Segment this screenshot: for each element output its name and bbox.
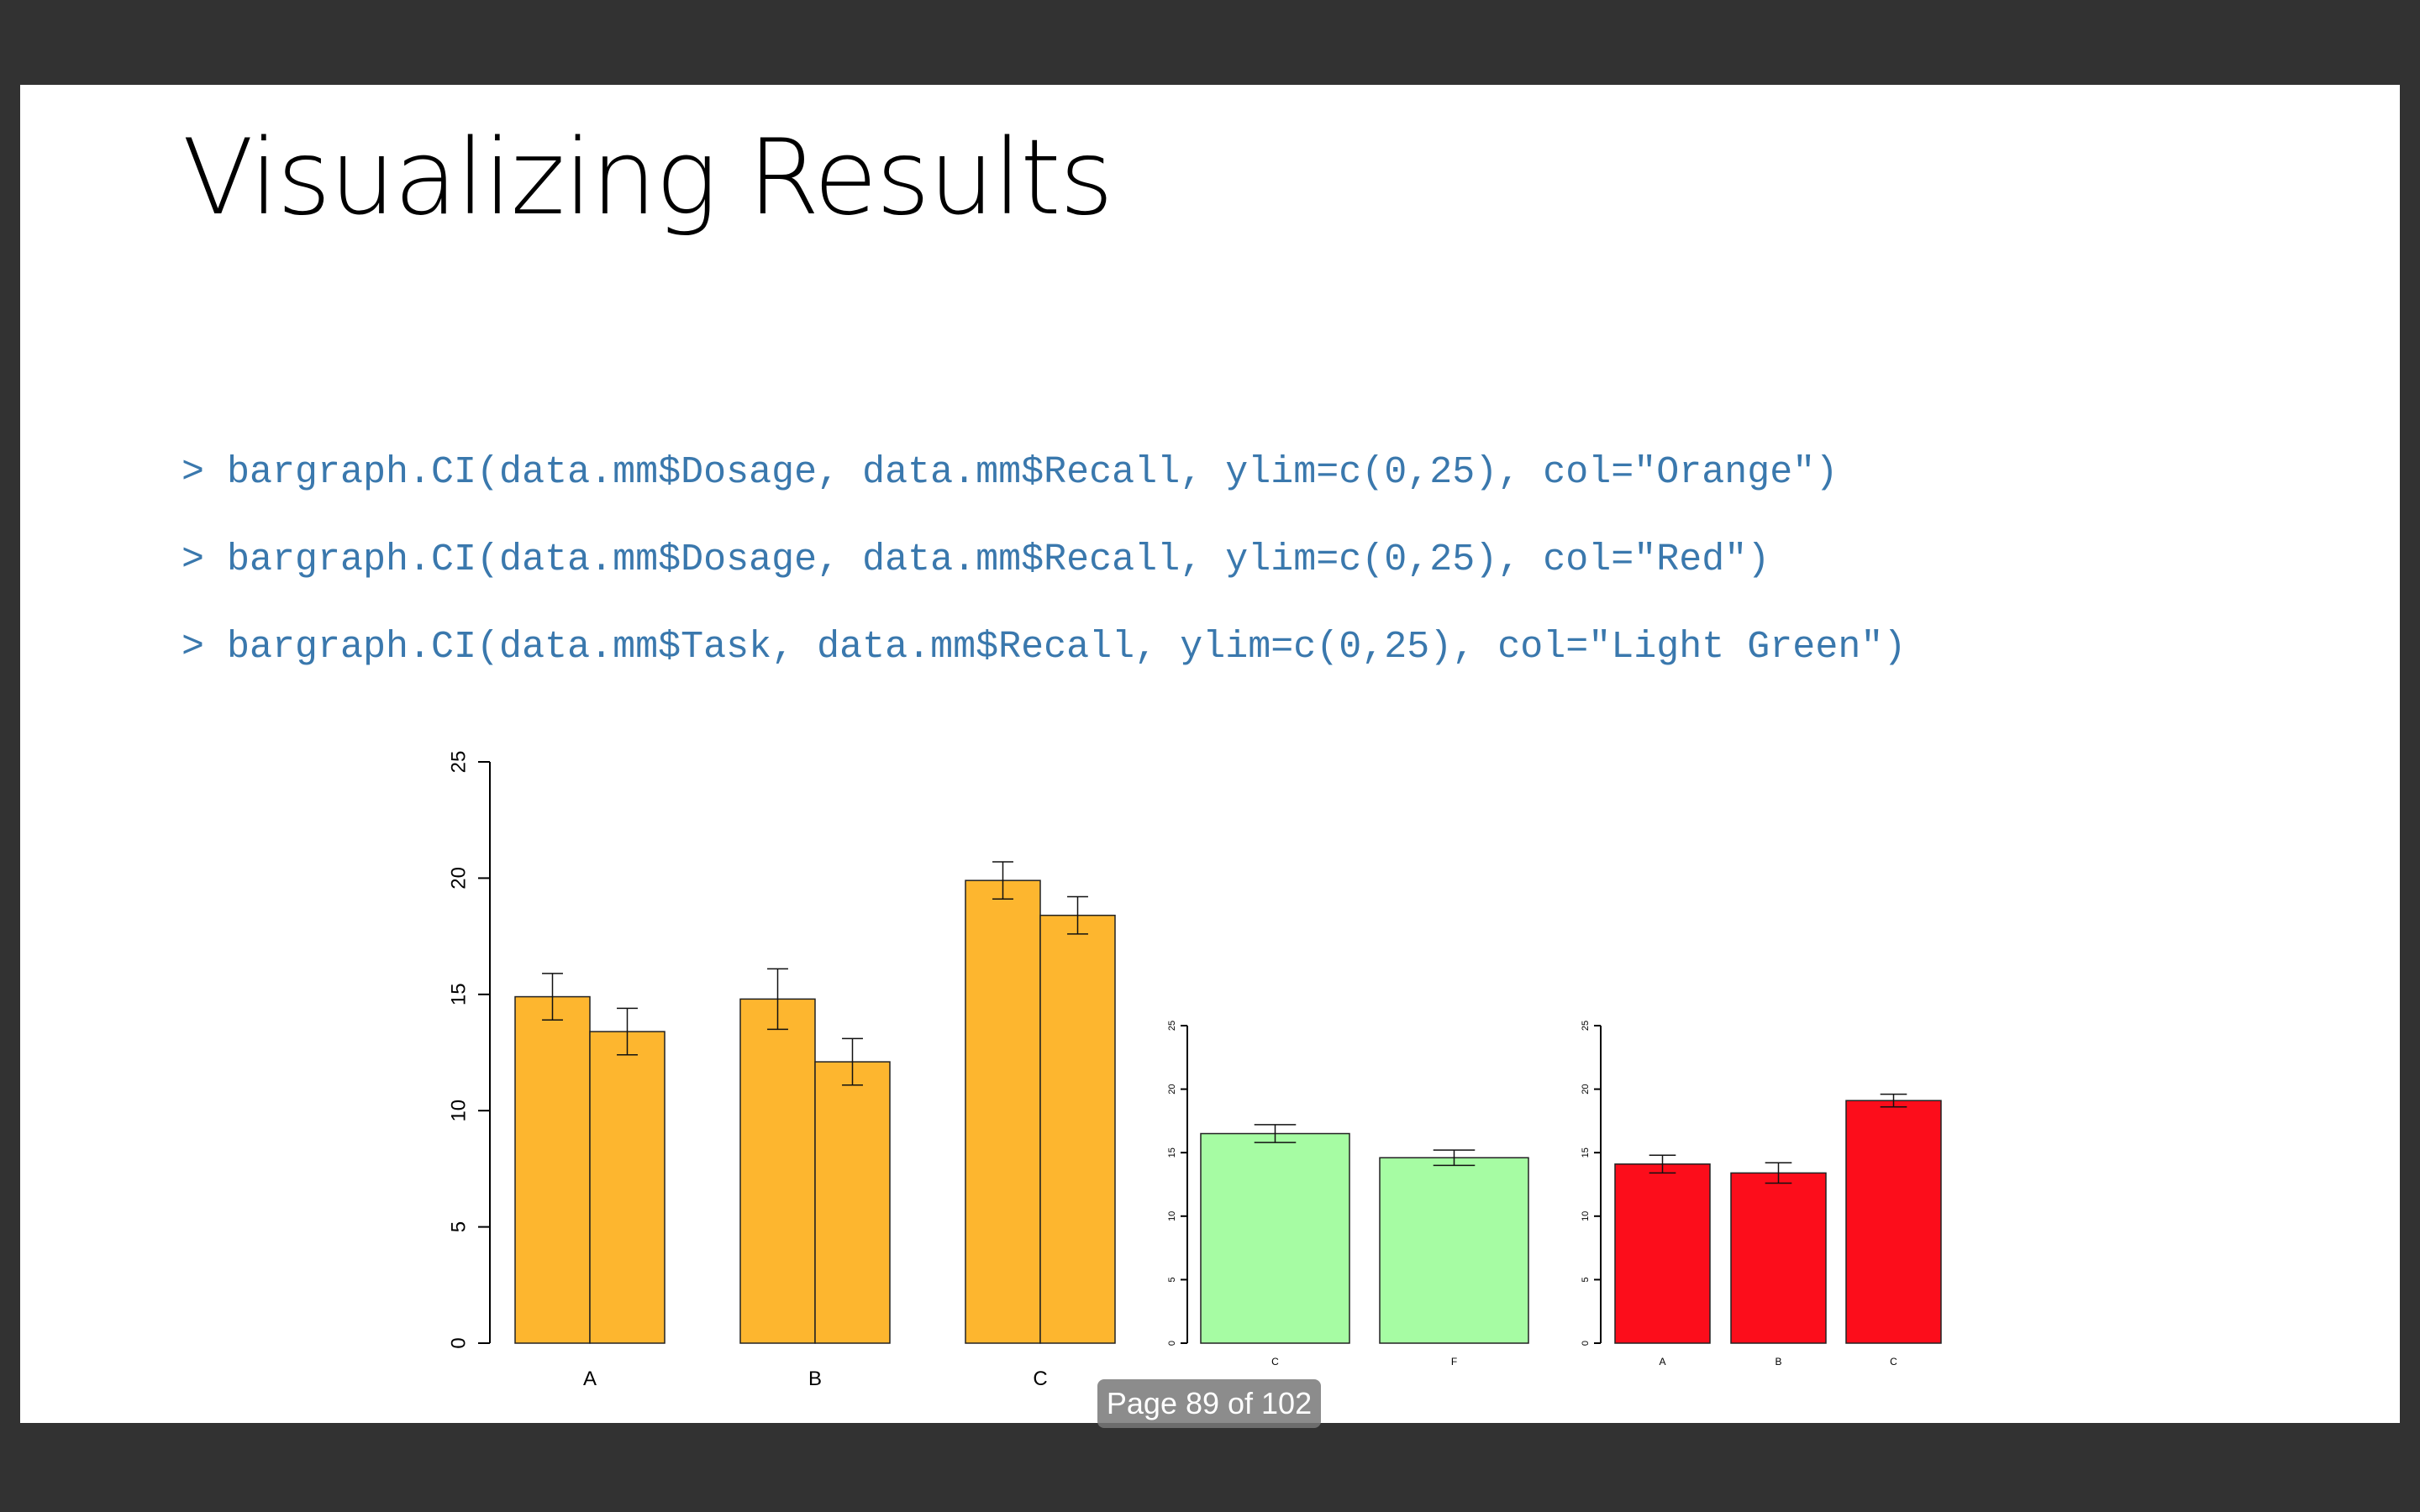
y-tick-label: 15	[448, 983, 471, 1005]
bar-charts: 0 5 10 15 20 25 A B C 0 5 10 15 20 25 C F 0 5 10 15 20 25 A B C	[448, 751, 1942, 1390]
x-category-label: A	[583, 1368, 597, 1390]
y-tick-label: 10	[1581, 1211, 1591, 1221]
x-category-label: C	[1271, 1356, 1279, 1368]
x-category-label: C	[1033, 1368, 1047, 1390]
bar	[1730, 1172, 1827, 1344]
x-category-label: F	[1451, 1356, 1457, 1368]
y-tick-label: 0	[1167, 1341, 1177, 1346]
bar	[514, 995, 591, 1344]
y-tick-label: 10	[1167, 1211, 1177, 1221]
x-category-label: C	[1890, 1356, 1897, 1368]
x-category-label: B	[1775, 1356, 1781, 1368]
chart-panel: 0 5 10 15 20 25 A B C	[1581, 1021, 1942, 1368]
y-tick-label: 25	[1581, 1021, 1591, 1031]
y-tick-label: 0	[1581, 1341, 1591, 1346]
bar	[965, 879, 1041, 1344]
y-tick-label: 20	[1581, 1084, 1591, 1094]
y-tick-label: 20	[1167, 1084, 1177, 1094]
bar	[589, 1031, 666, 1344]
y-tick-label: 5	[1581, 1277, 1591, 1282]
bar	[814, 1061, 891, 1344]
y-tick-label: 15	[1581, 1147, 1591, 1158]
bar	[1614, 1163, 1711, 1344]
bar	[1039, 914, 1116, 1344]
y-tick-label: 20	[448, 867, 471, 890]
page-indicator: Page 89 of 102	[1097, 1379, 1321, 1428]
x-category-label: A	[1659, 1356, 1665, 1368]
y-tick-label: 10	[448, 1100, 471, 1122]
y-tick-label: 25	[448, 751, 471, 774]
chart-panel: 0 5 10 15 20 25 A B C	[448, 751, 1116, 1390]
y-tick-label: 5	[448, 1221, 471, 1232]
y-tick-label: 5	[1167, 1277, 1177, 1282]
y-tick-label: 0	[448, 1337, 471, 1348]
x-category-label: B	[808, 1368, 822, 1390]
y-tick-label: 25	[1167, 1021, 1177, 1031]
y-tick-label: 15	[1167, 1147, 1177, 1158]
bar	[1845, 1100, 1942, 1344]
bar	[1200, 1132, 1350, 1344]
chart-panel: 0 5 10 15 20 25 C F	[1167, 1021, 1529, 1368]
bar	[1379, 1157, 1529, 1344]
bar	[739, 998, 816, 1344]
